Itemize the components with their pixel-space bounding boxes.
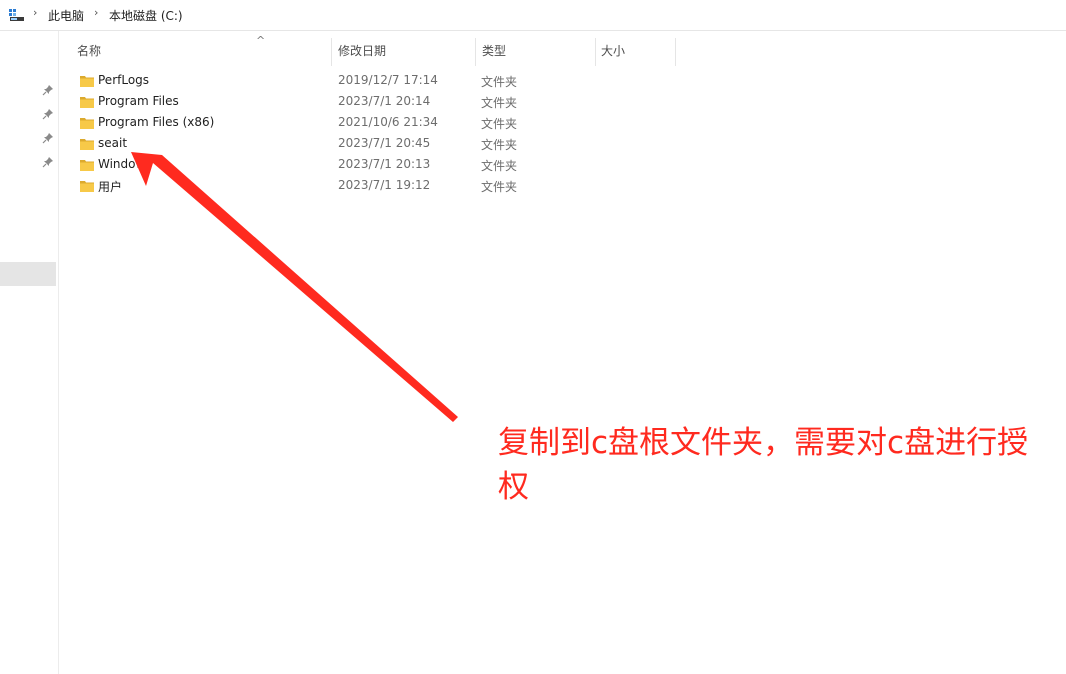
file-name: PerfLogs bbox=[98, 73, 150, 87]
this-pc-icon bbox=[9, 9, 24, 21]
file-type: 文件夹 bbox=[481, 138, 518, 152]
folder-icon bbox=[80, 139, 94, 150]
file-name: seait bbox=[98, 136, 128, 150]
folder-icon bbox=[80, 181, 94, 192]
file-type: 文件夹 bbox=[481, 75, 518, 89]
file-type: 文件夹 bbox=[481, 117, 518, 131]
navigation-pane bbox=[0, 31, 59, 674]
file-type: 文件夹 bbox=[481, 159, 518, 173]
file-row[interactable]: PerfLogs 2019/12/7 17:14 文件夹 bbox=[59, 71, 676, 92]
file-name: Program Files (x86) bbox=[98, 115, 215, 129]
file-row[interactable]: 用户 2023/7/1 19:12 文件夹 bbox=[59, 176, 676, 197]
file-modified-date: 2023/7/1 20:13 bbox=[338, 157, 431, 171]
file-explorer-window: › 此电脑 › 本地磁盘 (C:) ^ 名称 修改日期 类型 大小 PerfLo… bbox=[0, 0, 1066, 674]
nav-item-selected[interactable] bbox=[0, 262, 56, 286]
column-header-type[interactable]: 类型 bbox=[482, 38, 506, 66]
address-bar[interactable]: › 此电脑 › 本地磁盘 (C:) bbox=[0, 0, 1066, 31]
column-header-size[interactable]: 大小 bbox=[601, 38, 625, 66]
folder-icon bbox=[80, 76, 94, 87]
file-name: Windows bbox=[98, 157, 152, 171]
pin-icon[interactable] bbox=[42, 84, 54, 96]
column-divider[interactable] bbox=[675, 38, 676, 66]
breadcrumb-local-disk[interactable]: 本地磁盘 (C:) bbox=[109, 7, 183, 24]
folder-icon bbox=[80, 118, 94, 129]
folder-icon bbox=[80, 160, 94, 171]
file-modified-date: 2023/7/1 19:12 bbox=[338, 178, 431, 192]
pin-icon[interactable] bbox=[42, 108, 54, 120]
file-row[interactable]: Program Files (x86) 2021/10/6 21:34 文件夹 bbox=[59, 113, 676, 134]
file-name: 用户 bbox=[98, 180, 123, 194]
column-header-row: ^ 名称 修改日期 类型 大小 bbox=[59, 34, 1059, 66]
file-modified-date: 2021/10/6 21:34 bbox=[338, 115, 438, 129]
column-divider[interactable] bbox=[331, 38, 332, 66]
pin-icon[interactable] bbox=[42, 132, 54, 144]
sort-ascending-icon: ^ bbox=[256, 34, 266, 47]
column-divider[interactable] bbox=[475, 38, 476, 66]
file-modified-date: 2023/7/1 20:14 bbox=[338, 94, 431, 108]
file-modified-date: 2023/7/1 20:45 bbox=[338, 136, 431, 150]
file-row[interactable]: Windows 2023/7/1 20:13 文件夹 bbox=[59, 155, 676, 176]
chevron-right-icon[interactable]: › bbox=[94, 6, 98, 19]
file-modified-date: 2019/12/7 17:14 bbox=[338, 73, 438, 87]
folder-icon bbox=[80, 97, 94, 108]
column-header-modified[interactable]: 修改日期 bbox=[338, 38, 386, 66]
file-row[interactable]: seait 2023/7/1 20:45 文件夹 bbox=[59, 134, 676, 155]
chevron-right-icon[interactable]: › bbox=[33, 6, 37, 19]
column-divider[interactable] bbox=[595, 38, 596, 66]
file-type: 文件夹 bbox=[481, 180, 518, 194]
column-header-name[interactable]: 名称 bbox=[77, 38, 101, 66]
file-type: 文件夹 bbox=[481, 96, 518, 110]
file-name: Program Files bbox=[98, 94, 179, 108]
annotation-text: 复制到c盘根文件夹，需要对c盘进行授权 bbox=[498, 425, 1029, 505]
file-row[interactable]: Program Files 2023/7/1 20:14 文件夹 bbox=[59, 92, 676, 113]
breadcrumb-this-pc[interactable]: 此电脑 bbox=[48, 7, 84, 24]
pin-icon[interactable] bbox=[42, 156, 54, 168]
